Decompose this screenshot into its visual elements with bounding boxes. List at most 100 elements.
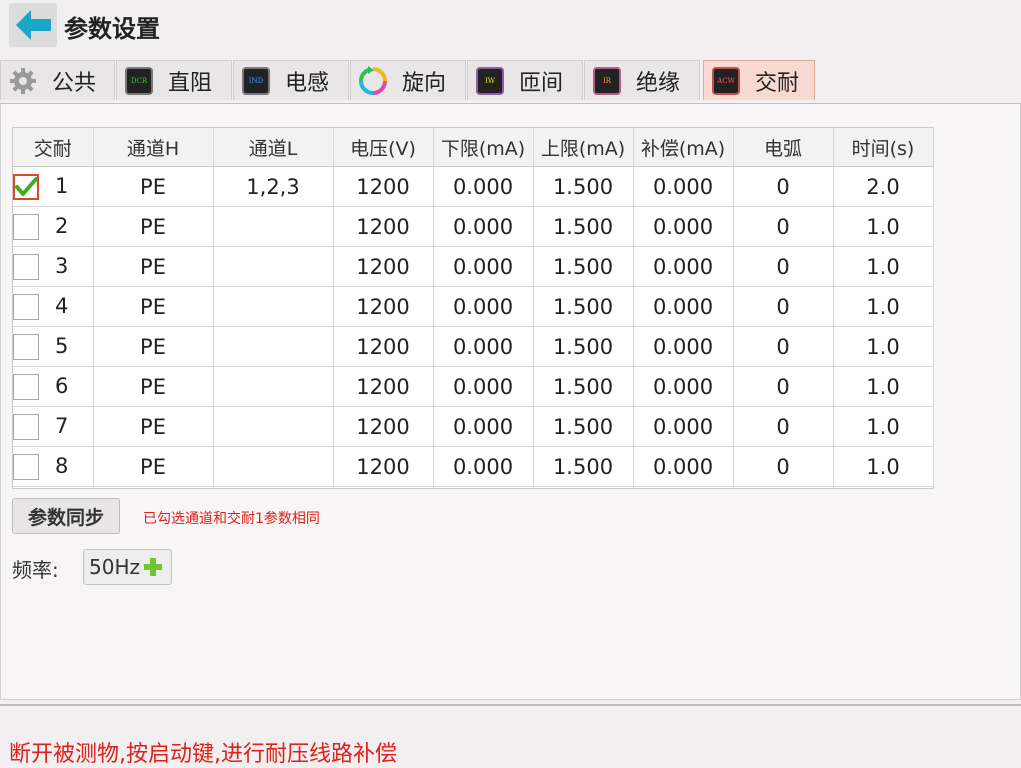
lower-limit-cell[interactable]: 0.000 [433, 286, 534, 327]
frequency-select[interactable]: 50Hz [83, 549, 172, 585]
lower-limit-cell[interactable]: 0.000 [433, 166, 534, 207]
channel-h-cell[interactable]: PE [93, 286, 214, 327]
row-checkbox[interactable] [13, 214, 39, 240]
table-row[interactable]: 8 PE 1200 0.000 1.500 0.000 0 1.0 [13, 446, 934, 487]
channel-l-cell[interactable] [213, 406, 334, 447]
channel-h-cell[interactable]: PE [93, 366, 214, 407]
arc-cell[interactable]: 0 [733, 206, 834, 247]
voltage-cell[interactable]: 1200 [333, 406, 434, 447]
channel-h-cell[interactable]: PE [93, 446, 214, 487]
table-row[interactable]: 4 PE 1200 0.000 1.500 0.000 0 1.0 [13, 286, 934, 327]
lower-limit-cell[interactable]: 0.000 [433, 246, 534, 287]
tab-common[interactable]: 公共 [0, 60, 115, 100]
lower-limit-cell[interactable]: 0.000 [433, 446, 534, 487]
channel-l-cell[interactable] [213, 446, 334, 487]
table-row[interactable]: 2 PE 1200 0.000 1.500 0.000 0 1.0 [13, 206, 934, 247]
row-checkbox[interactable] [13, 254, 39, 280]
arc-cell[interactable]: 0 [733, 446, 834, 487]
tab-dcr[interactable]: DCR 直阻 [116, 60, 232, 100]
compensation-cell[interactable]: 0.000 [633, 326, 734, 367]
table-row[interactable]: 7 PE 1200 0.000 1.500 0.000 0 1.0 [13, 406, 934, 447]
channel-l-cell[interactable] [213, 206, 334, 247]
channel-l-cell[interactable] [213, 366, 334, 407]
lower-limit-cell[interactable]: 0.000 [433, 326, 534, 367]
voltage-cell[interactable]: 1200 [333, 446, 434, 487]
voltage-cell[interactable]: 1200 [333, 166, 434, 207]
upper-limit-cell[interactable]: 1.500 [533, 366, 634, 407]
channel-h-cell[interactable]: PE [93, 206, 214, 247]
voltage-cell[interactable]: 1200 [333, 326, 434, 367]
column-header: 上限(mA) [533, 128, 634, 167]
channel-h-cell[interactable]: PE [93, 326, 214, 367]
channel-h-cell[interactable]: PE [93, 166, 214, 207]
table-row[interactable]: 6 PE 1200 0.000 1.500 0.000 0 1.0 [13, 366, 934, 407]
voltage-cell[interactable]: 1200 [333, 206, 434, 247]
voltage-cell[interactable]: 1200 [333, 286, 434, 327]
ind-chip: IND [242, 66, 270, 95]
table-row[interactable]: 5 PE 1200 0.000 1.500 0.000 0 1.0 [13, 326, 934, 367]
upper-limit-cell[interactable]: 1.500 [533, 246, 634, 287]
upper-limit-cell[interactable]: 1.500 [533, 206, 634, 247]
time-cell[interactable]: 2.0 [833, 166, 934, 207]
ir-chip-icon: IR [592, 66, 622, 96]
channel-l-cell[interactable]: 1,2,3 [213, 166, 334, 207]
tab-insulation[interactable]: IR 绝缘 [584, 60, 700, 100]
voltage-cell[interactable]: 1200 [333, 366, 434, 407]
arc-cell[interactable]: 0 [733, 326, 834, 367]
row-index: 5 [55, 334, 69, 358]
upper-limit-cell[interactable]: 1.500 [533, 286, 634, 327]
table-row[interactable]: 3 PE 1200 0.000 1.500 0.000 0 1.0 [13, 246, 934, 287]
row-checkbox[interactable] [13, 454, 39, 480]
lower-limit-cell[interactable]: 0.000 [433, 366, 534, 407]
arc-cell[interactable]: 0 [733, 166, 834, 207]
header: 参数设置 [0, 0, 1021, 52]
upper-limit-cell[interactable]: 1.500 [533, 406, 634, 447]
time-cell[interactable]: 1.0 [833, 446, 934, 487]
compensation-cell[interactable]: 0.000 [633, 446, 734, 487]
row-checkbox[interactable] [13, 374, 39, 400]
tab-rotation[interactable]: 旋向 [350, 60, 466, 100]
arc-cell[interactable]: 0 [733, 286, 834, 327]
row-checkbox[interactable] [13, 334, 39, 360]
channel-h-cell[interactable]: PE [93, 246, 214, 287]
tab-interturn[interactable]: IW 匝间 [467, 60, 583, 100]
compensation-cell[interactable]: 0.000 [633, 406, 734, 447]
lower-limit-cell[interactable]: 0.000 [433, 206, 534, 247]
arc-cell[interactable]: 0 [733, 406, 834, 447]
compensation-cell[interactable]: 0.000 [633, 366, 734, 407]
tab-inductance[interactable]: IND 电感 [233, 60, 349, 100]
tab-label: 交耐 [755, 70, 800, 96]
time-cell[interactable]: 1.0 [833, 286, 934, 327]
compensation-cell[interactable]: 0.000 [633, 166, 734, 207]
dcr-chip-icon: DCR [124, 66, 154, 96]
lower-limit-cell[interactable]: 0.000 [433, 406, 534, 447]
tab-acw[interactable]: ACW 交耐 [703, 60, 815, 100]
tab-label: 绝缘 [636, 70, 681, 96]
param-sync-button[interactable]: 参数同步 [12, 498, 120, 534]
upper-limit-cell[interactable]: 1.500 [533, 166, 634, 207]
time-cell[interactable]: 1.0 [833, 206, 934, 247]
arc-cell[interactable]: 0 [733, 246, 834, 287]
upper-limit-cell[interactable]: 1.500 [533, 326, 634, 367]
channel-l-cell[interactable] [213, 246, 334, 287]
compensation-cell[interactable]: 0.000 [633, 286, 734, 327]
tab-label: 公共 [52, 70, 97, 96]
upper-limit-cell[interactable]: 1.500 [533, 446, 634, 487]
time-cell[interactable]: 1.0 [833, 366, 934, 407]
channel-l-cell[interactable] [213, 286, 334, 327]
time-cell[interactable]: 1.0 [833, 246, 934, 287]
time-cell[interactable]: 1.0 [833, 326, 934, 367]
table-row[interactable]: 1 PE 1,2,3 1200 0.000 1.500 0.000 0 2.0 [13, 166, 934, 207]
compensation-cell[interactable]: 0.000 [633, 206, 734, 247]
channel-l-cell[interactable] [213, 326, 334, 367]
back-button[interactable] [9, 3, 57, 47]
row-checkbox[interactable] [13, 174, 39, 200]
row-checkbox[interactable] [13, 294, 39, 320]
compensation-cell[interactable]: 0.000 [633, 246, 734, 287]
index-cell: 5 [13, 326, 94, 367]
channel-h-cell[interactable]: PE [93, 406, 214, 447]
voltage-cell[interactable]: 1200 [333, 246, 434, 287]
time-cell[interactable]: 1.0 [833, 406, 934, 447]
arc-cell[interactable]: 0 [733, 366, 834, 407]
row-checkbox[interactable] [13, 414, 39, 440]
